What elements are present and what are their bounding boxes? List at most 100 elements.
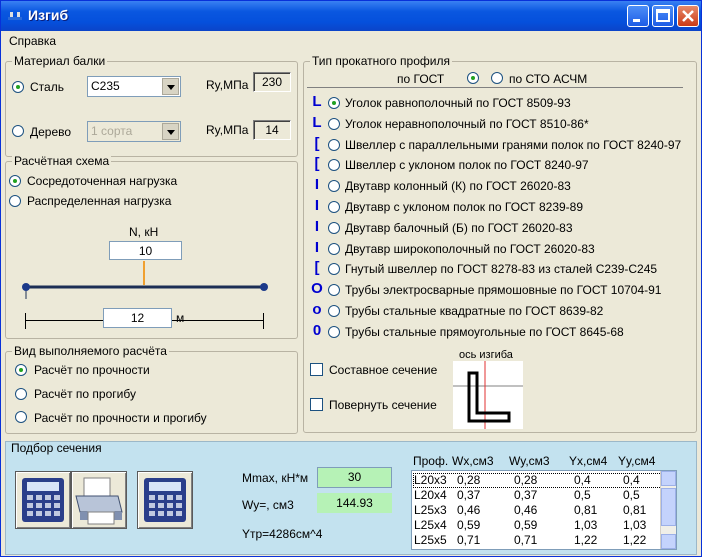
wood-ry-label: Ry,МПа <box>206 123 249 137</box>
steel-radio[interactable] <box>12 81 24 93</box>
chevron-down-icon[interactable] <box>162 78 179 95</box>
table-row[interactable]: L20x3 0,28 0,28 0,4 0,4 <box>413 473 662 488</box>
printer-icon <box>75 477 123 525</box>
material-legend: Материал балки <box>12 54 108 68</box>
column-header: Проф. <box>413 454 449 468</box>
calculator-button-2[interactable] <box>137 471 193 529</box>
close-icon <box>682 10 694 22</box>
minimize-button[interactable] <box>627 5 649 27</box>
length-unit: м <box>176 311 185 325</box>
table-row[interactable]: L25x3 0,46 0,46 0,81 0,81 <box>414 503 661 517</box>
app-window: Изгиб Справка Материал балки Сталь С235 … <box>0 0 702 557</box>
results-scrollbar[interactable] <box>660 471 676 549</box>
table-cell: 0,37 <box>514 488 538 502</box>
print-button[interactable] <box>71 471 127 529</box>
calculate-button[interactable] <box>15 471 71 529</box>
both-calc-radio[interactable] <box>15 411 27 423</box>
profile-label: Трубы стальные квадратные по ГОСТ 8639-8… <box>345 304 604 318</box>
scroll-up-icon[interactable] <box>661 471 676 486</box>
table-row[interactable]: L25x5 0,71 0,71 1,22 1,22 <box>414 533 661 547</box>
profile-label: Двутавр широкополочный по ГОСТ 26020-83 <box>345 241 595 256</box>
wood-radio[interactable] <box>12 125 24 137</box>
profile-radio[interactable] <box>328 138 340 151</box>
gost-label: по ГОСТ <box>397 72 445 86</box>
window-title: Изгиб <box>28 7 69 23</box>
profile-radio[interactable] <box>328 221 340 234</box>
profile-shape-icon: [ <box>314 259 320 277</box>
profile-legend: Тип прокатного профиля <box>310 54 452 68</box>
distributed-load-label: Распределенная нагрузка <box>27 194 172 208</box>
load-input[interactable]: 10 <box>109 241 182 260</box>
gost-radio[interactable] <box>467 72 479 84</box>
rotate-section-checkbox[interactable] <box>310 398 323 411</box>
bending-axis-label: ось изгиба <box>459 349 513 361</box>
maximize-button[interactable] <box>652 5 674 27</box>
menu-help[interactable]: Справка <box>9 34 56 48</box>
profile-shape-icon: o <box>312 301 322 318</box>
mmax-label: Mmax, кН*м <box>242 471 309 485</box>
table-cell: 0,5 <box>623 488 640 502</box>
dimension-tick-left <box>25 313 26 329</box>
deflection-calc-radio[interactable] <box>15 388 27 400</box>
right-support-icon <box>260 283 268 291</box>
profile-label: Уголок равнополочный по ГОСТ 8509-93 <box>345 96 571 110</box>
profile-shape-icon: [ <box>314 155 320 173</box>
title-bar[interactable]: Изгиб <box>1 1 701 31</box>
table-cell: 1,22 <box>574 533 598 547</box>
maximize-icon <box>656 9 670 22</box>
profile-label: Швеллер с уклоном полок по ГОСТ 8240-97 <box>345 158 589 173</box>
profile-label: Двутавр с уклоном полок по ГОСТ 8239-89 <box>345 200 584 214</box>
distributed-load-radio[interactable] <box>9 195 21 207</box>
wy-value: 144.93 <box>317 493 392 513</box>
profile-radio[interactable] <box>328 242 340 255</box>
wood-label: Дерево <box>30 125 72 139</box>
table-cell: 0,59 <box>514 518 538 532</box>
profile-label: Гнутый швеллер по ГОСТ 8278-83 из сталей… <box>345 262 658 277</box>
profile-radio[interactable] <box>328 201 340 213</box>
profile-radio[interactable] <box>328 117 340 130</box>
table-cell: L25x4 <box>414 518 447 532</box>
table-cell: 0,28 <box>457 473 481 487</box>
profile-radio[interactable] <box>328 305 340 317</box>
table-row[interactable]: L25x4 0,59 0,59 1,03 1,03 <box>414 518 661 532</box>
table-cell: 0,46 <box>457 503 481 517</box>
scroll-thumb[interactable] <box>661 488 676 526</box>
close-button[interactable] <box>677 5 699 27</box>
steel-grade-select[interactable]: С235 <box>87 76 181 97</box>
results-table[interactable]: L20x3 0,28 0,28 0,4 0,4 L20x4 0,37 0,37 0,5 0,5 L2… <box>411 470 677 550</box>
table-cell: 0,81 <box>623 503 647 517</box>
column-header: Yy,см4 <box>618 454 656 468</box>
steel-ry-value: 230 <box>253 72 291 92</box>
wy-label: Wy=, см3 <box>242 498 294 512</box>
concentrated-load-radio[interactable] <box>9 175 21 187</box>
strength-calc-radio[interactable] <box>15 364 27 376</box>
column-header: Yx,см4 <box>569 454 608 468</box>
profile-radio[interactable] <box>328 97 340 109</box>
sto-radio[interactable] <box>491 72 503 84</box>
table-cell: 1,22 <box>623 533 647 547</box>
ytr-label: Yтр=4286см^4 <box>242 527 323 541</box>
table-cell: 0,81 <box>574 503 598 517</box>
scroll-down-icon[interactable] <box>661 534 676 549</box>
table-cell: L20x4 <box>414 488 447 502</box>
chevron-down-icon[interactable] <box>162 123 179 140</box>
concentrated-load-label: Сосредоточенная нагрузка <box>27 174 178 188</box>
rotate-section-label: Повернуть сечение <box>329 398 437 412</box>
table-cell: 0,46 <box>514 503 538 517</box>
length-input[interactable]: 12 <box>103 308 172 328</box>
wood-grade-select[interactable]: 1 сорта <box>87 121 181 142</box>
profile-shape-icon: I <box>314 238 320 256</box>
table-cell: 0,59 <box>457 518 481 532</box>
divider <box>307 87 683 88</box>
table-row[interactable]: L20x4 0,37 0,37 0,5 0,5 <box>414 488 661 502</box>
profile-shape-icon: [ <box>314 134 320 152</box>
profile-radio[interactable] <box>328 325 340 338</box>
table-cell: L20x3 <box>414 473 447 487</box>
section-preview <box>453 361 523 429</box>
app-icon <box>8 12 22 20</box>
profile-shape-icon: I <box>314 176 320 194</box>
composite-section-checkbox[interactable] <box>310 363 323 376</box>
profile-shape-icon: L <box>312 93 322 110</box>
steel-label: Сталь <box>30 80 64 94</box>
table-cell: 0,71 <box>457 533 481 547</box>
